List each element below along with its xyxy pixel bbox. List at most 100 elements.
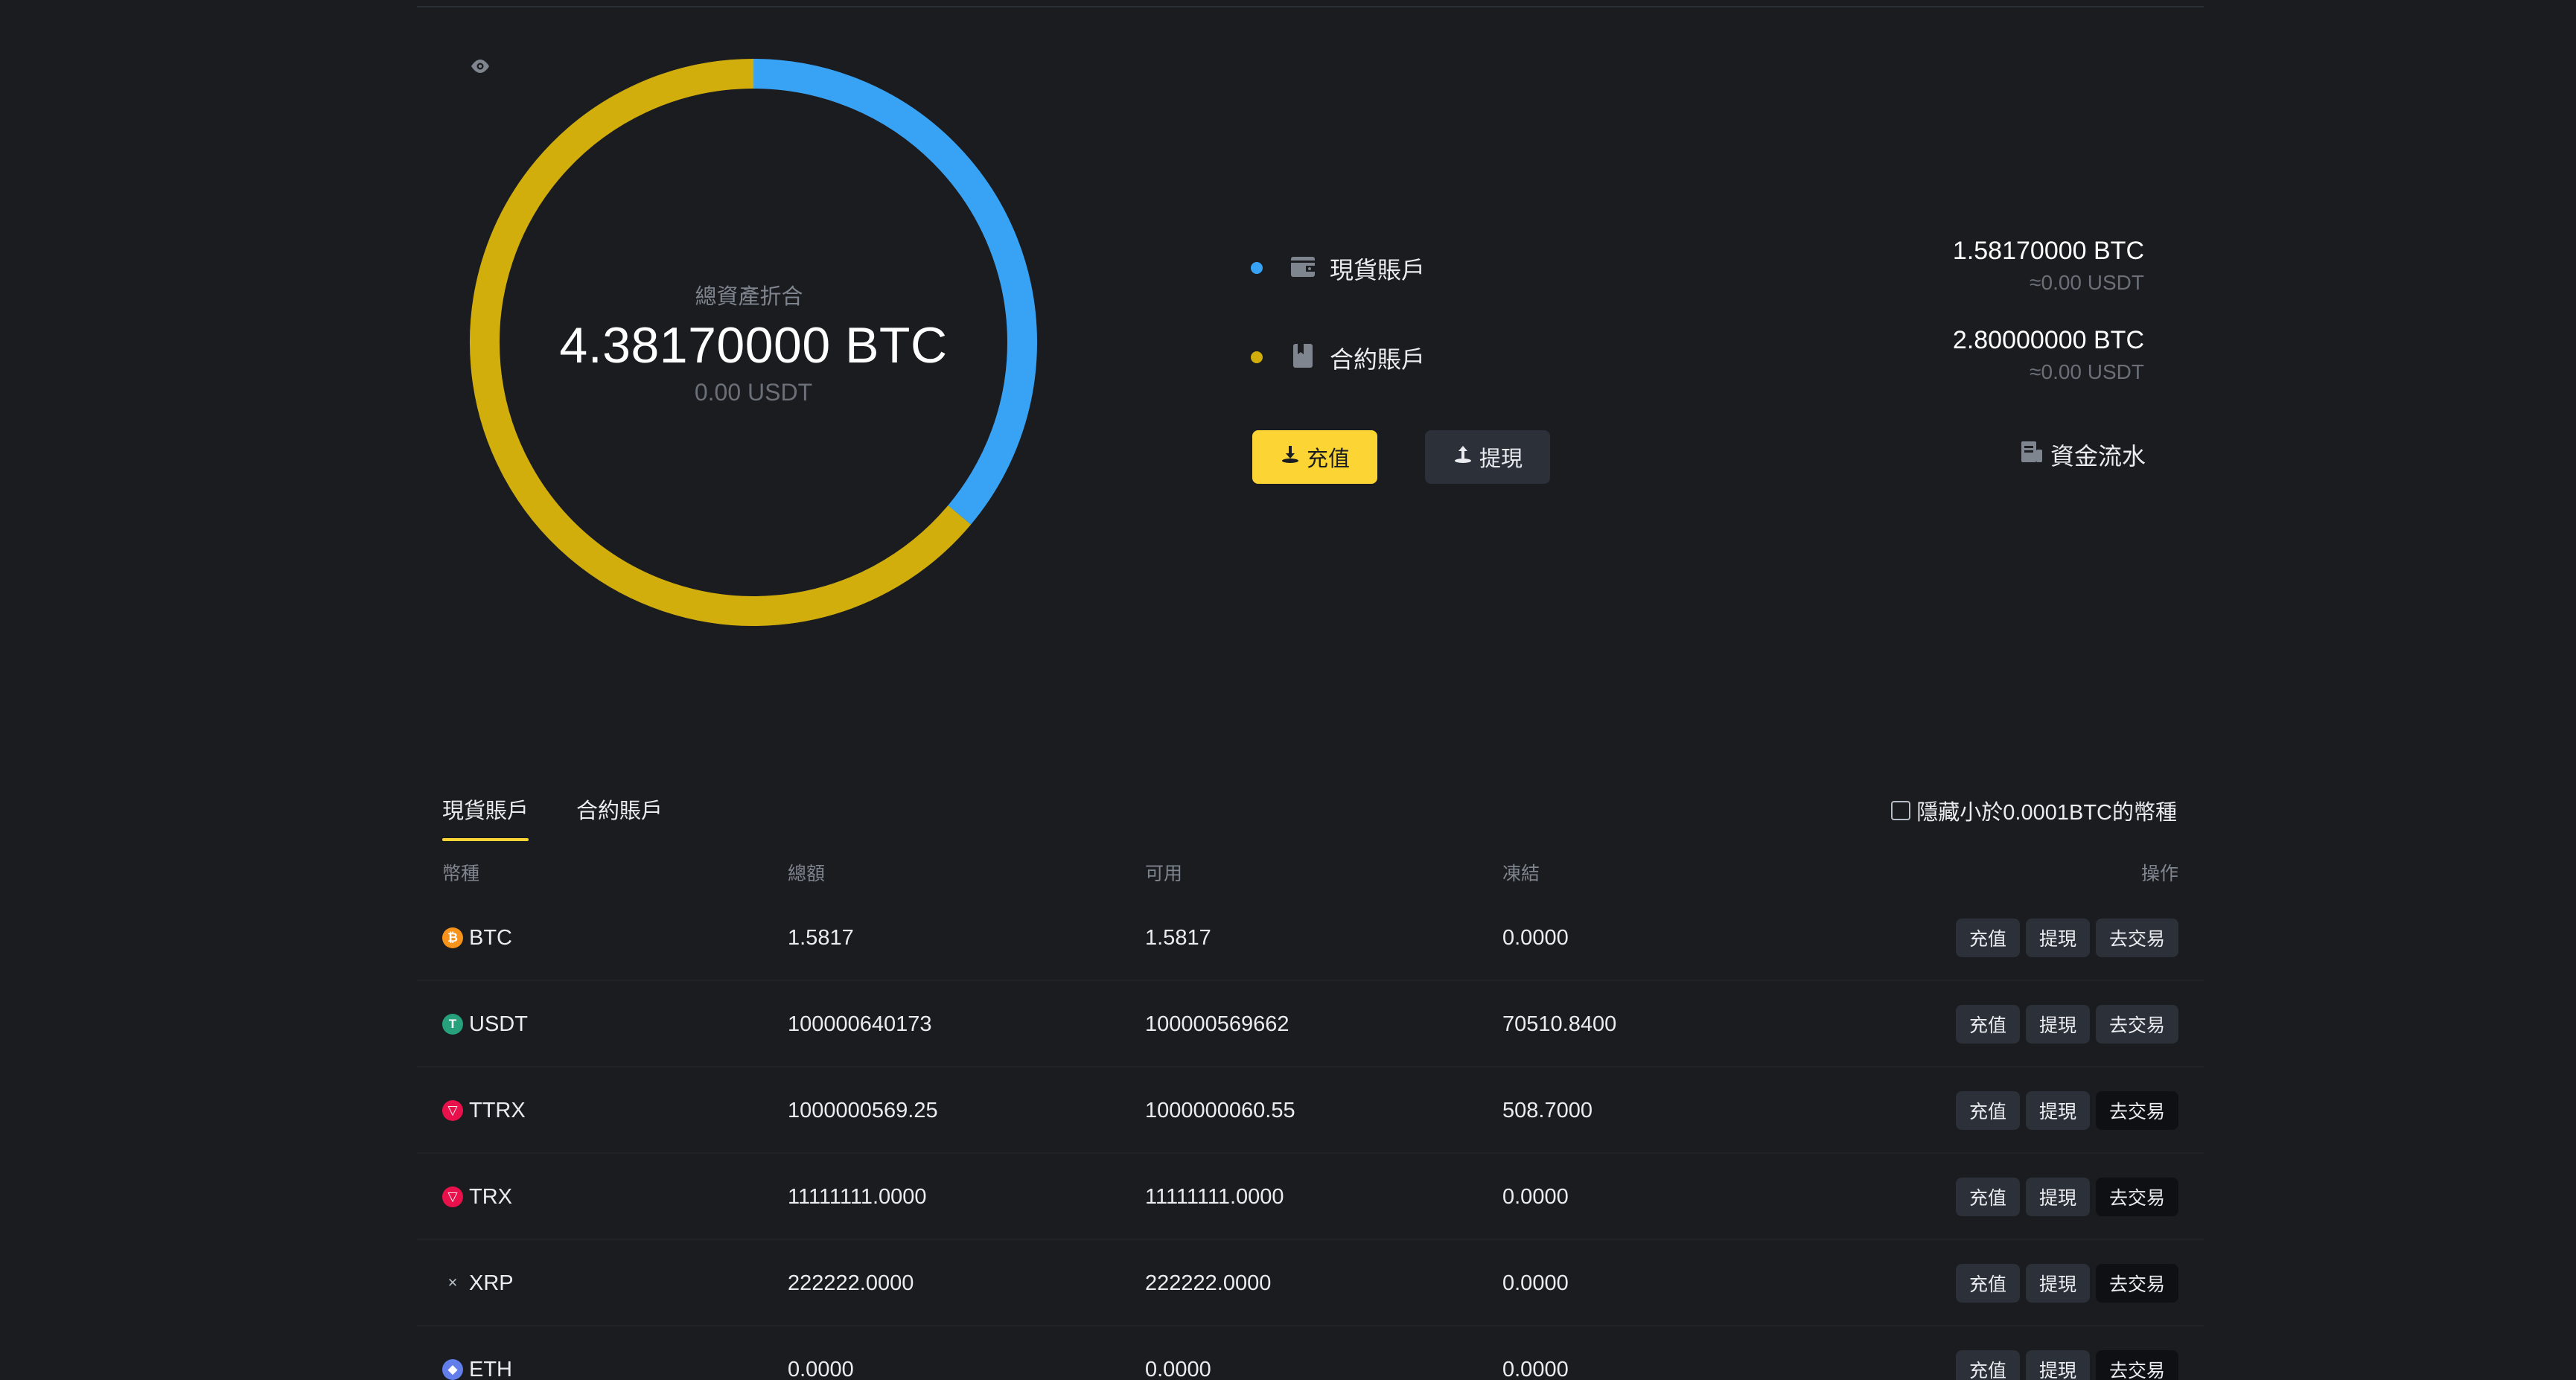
cell-frozen: 0.0000 [1502,1357,1569,1380]
hide-small-checkbox[interactable] [1891,801,1911,820]
row-withdraw-button[interactable]: 提現 [2025,1264,2090,1303]
row-trade-button[interactable]: 去交易 [2095,1178,2178,1216]
coin-symbol: TRX [469,1184,512,1209]
deposit-button[interactable]: 充值 [1252,430,1377,484]
cell-total: 11111111.0000 [788,1184,927,1209]
withdraw-label: 提現 [1479,447,1523,471]
row-actions: 充值 提現 去交易 [1955,1005,2178,1044]
account-summary-futures: 合約賬戶 2.80000000 BTC ≈0.00 USDT [1251,326,2144,386]
tab-spot-account[interactable]: 現貨賬戶 [442,793,529,841]
cell-frozen: 508.7000 [1502,1098,1593,1122]
hide-small-label: 隱藏小於0.0001BTC的幣種 [1916,801,2177,825]
cell-actions: 充值 提現 去交易 [1955,895,2178,981]
table-row: T USDT 100000640173 100000569662 70510.8… [417,981,2204,1067]
table-row: ▽ TRX 11111111.0000 11111111.0000 0.0000… [417,1154,2204,1240]
coin-symbol: ETH [469,1357,512,1380]
header-coin: 幣種 [442,863,480,884]
cell-actions: 充值 提現 去交易 [1955,1154,2178,1240]
cell-actions: 充值 提現 去交易 [1955,981,2178,1067]
cell-total: 222222.0000 [788,1271,914,1295]
assets-table: 幣種 總額 可用 凍結 操作 ₿ BTC 1.5817 1.5817 0.000… [417,853,2204,1380]
table-row: ₿ BTC 1.5817 1.5817 0.0000 充值 提現 去交易 [417,895,2204,981]
cell-coin: ◆ ETH [442,1326,512,1380]
cell-frozen: 0.0000 [1502,925,1569,950]
row-trade-button[interactable]: 去交易 [2095,1264,2178,1303]
row-withdraw-button[interactable]: 提現 [2025,1091,2090,1130]
cell-coin: ✕ XRP [442,1240,514,1326]
legend-dot-futures [1251,351,1263,363]
top-divider [417,6,2204,7]
account-usdt-spot: ≈0.00 USDT [2030,271,2144,294]
account-name-spot: 現貨賬戶 [1330,257,1426,284]
cell-total: 1000000569.25 [788,1098,938,1122]
account-btc-futures: 2.80000000 BTC [1952,326,2144,354]
table-row: ◆ ETH 0.0000 0.0000 0.0000 充值 提現 去交易 [417,1326,2204,1380]
account-btc-spot: 1.58170000 BTC [1952,237,2144,265]
coin-symbol: TTRX [469,1098,526,1122]
header-available: 可用 [1145,863,1183,884]
row-withdraw-button[interactable]: 提現 [2025,1350,2090,1380]
cell-available: 222222.0000 [1145,1271,1272,1295]
fund-flow-link[interactable]: 資金流水 [2019,438,2146,472]
hide-small-balances-toggle[interactable]: 隱藏小於0.0001BTC的幣種 [1891,795,2177,826]
row-trade-button[interactable]: 去交易 [2095,1005,2178,1044]
cell-total: 0.0000 [788,1357,854,1380]
row-trade-button[interactable]: 去交易 [2095,1091,2178,1130]
ring-center: 總資產折合 4.38170000 BTC 0.00 USDT [469,58,1038,627]
wallet-icon [1288,252,1318,281]
withdraw-icon [1453,444,1473,470]
row-actions: 充值 提現 去交易 [1955,1178,2178,1216]
row-actions: 充值 提現 去交易 [1955,919,2178,957]
row-actions: 充值 提現 去交易 [1955,1091,2178,1130]
header-actions: 操作 [2140,863,2178,884]
row-deposit-button[interactable]: 充值 [1955,1091,2020,1130]
xrp-coin-icon: ✕ [447,1276,459,1290]
row-withdraw-button[interactable]: 提現 [2025,919,2090,957]
cell-coin: ₿ BTC [442,895,512,981]
row-deposit-button[interactable]: 充值 [1955,1264,2020,1303]
cell-actions: 充值 提現 去交易 [1955,1067,2178,1154]
cell-total: 1.5817 [788,925,854,950]
trx-coin-icon: ▽ [442,1186,463,1207]
deposit-label: 充值 [1306,447,1350,471]
header-total: 總額 [788,863,826,884]
account-usdt-futures: ≈0.00 USDT [2030,360,2144,383]
total-btc: 4.38170000 BTC [559,316,948,374]
row-deposit-button[interactable]: 充值 [1955,919,2020,957]
coin-symbol: BTC [469,925,512,950]
table-header: 幣種 總額 可用 凍結 操作 [417,853,2204,895]
fund-flow-label: 資金流水 [2050,443,2146,470]
row-withdraw-button[interactable]: 提現 [2025,1005,2090,1044]
row-actions: 充值 提現 去交易 [1955,1264,2178,1303]
table-row: ▽ TTRX 1000000569.25 1000000060.55 508.7… [417,1067,2204,1154]
cell-actions: 充值 提現 去交易 [1955,1240,2178,1326]
withdraw-button[interactable]: 提現 [1425,430,1550,484]
row-deposit-button[interactable]: 充值 [1955,1178,2020,1216]
cell-available: 1000000060.55 [1145,1098,1295,1122]
cell-available: 1.5817 [1145,925,1211,950]
total-usdt: 0.00 USDT [694,378,813,406]
row-deposit-button[interactable]: 充值 [1955,1350,2020,1380]
account-name-futures: 合約賬戶 [1330,346,1426,373]
ledger-icon [2019,439,2044,470]
tab-futures-account[interactable]: 合約賬戶 [576,793,663,841]
table-row: ✕ XRP 222222.0000 222222.0000 0.0000 充值 … [417,1240,2204,1326]
cell-total: 100000640173 [788,1012,932,1036]
row-deposit-button[interactable]: 充值 [1955,1005,2020,1044]
ttrx-coin-icon: ▽ [442,1100,463,1121]
cell-frozen: 0.0000 [1502,1271,1569,1295]
row-trade-button[interactable]: 去交易 [2095,919,2178,957]
asset-ring-chart: 總資產折合 4.38170000 BTC 0.00 USDT [469,58,1038,627]
cell-frozen: 70510.8400 [1502,1012,1617,1036]
usdt-coin-icon: T [442,1014,463,1035]
row-withdraw-button[interactable]: 提現 [2025,1178,2090,1216]
total-label-row: 總資產折合 [471,60,812,310]
row-trade-button[interactable]: 去交易 [2095,1350,2178,1380]
total-label: 總資產折合 [695,284,803,309]
legend-dot-spot [1251,262,1263,274]
coin-symbol: USDT [469,1012,528,1036]
deposit-icon [1280,444,1301,470]
coin-symbol: XRP [469,1271,514,1295]
cell-actions: 充值 提現 去交易 [1955,1326,2178,1380]
account-tabs: 現貨賬戶 合約賬戶 [442,793,663,841]
